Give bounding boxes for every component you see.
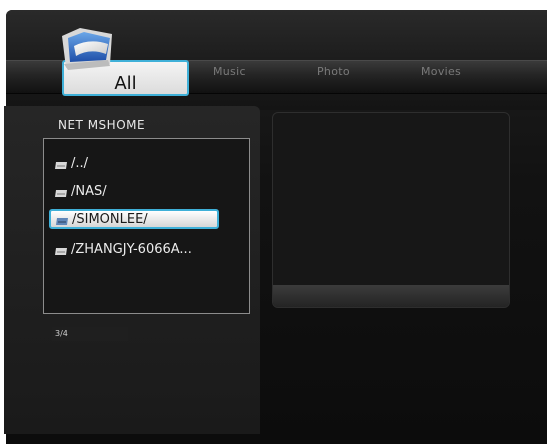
media-player-screen: Music Photo Movies All NET MSHOME /../ /… <box>0 0 547 444</box>
list-item-label: /NAS/ <box>71 183 107 199</box>
tab-all-label: All <box>114 72 137 94</box>
list-item-label: /../ <box>71 155 89 171</box>
folder-icon <box>62 28 112 70</box>
list-item[interactable]: /ZHANGJY-6066A... <box>54 239 192 259</box>
tab-movies[interactable]: Movies <box>421 65 461 78</box>
list-item[interactable]: /NAS/ <box>54 181 107 201</box>
file-list: /../ /NAS/ /SIMONLEE/ /ZHANGJY-6066A... <box>43 138 250 314</box>
list-item-label: /SIMONLEE/ <box>72 211 148 227</box>
tab-music[interactable]: Music <box>213 65 246 78</box>
page-indicator: 3/4 <box>52 327 128 341</box>
network-drive-icon <box>55 248 67 255</box>
list-item-selected[interactable]: /SIMONLEE/ <box>49 209 219 229</box>
tab-photo[interactable]: Photo <box>317 65 350 78</box>
list-item-label: /ZHANGJY-6066A... <box>71 241 192 257</box>
preview-panel <box>272 112 510 308</box>
network-title: NET MSHOME <box>58 118 146 132</box>
network-drive-icon <box>55 190 67 197</box>
preview-info-bar <box>273 285 509 307</box>
network-drive-icon <box>56 218 68 225</box>
list-item[interactable]: /../ <box>54 153 88 173</box>
network-drive-icon <box>55 162 67 169</box>
